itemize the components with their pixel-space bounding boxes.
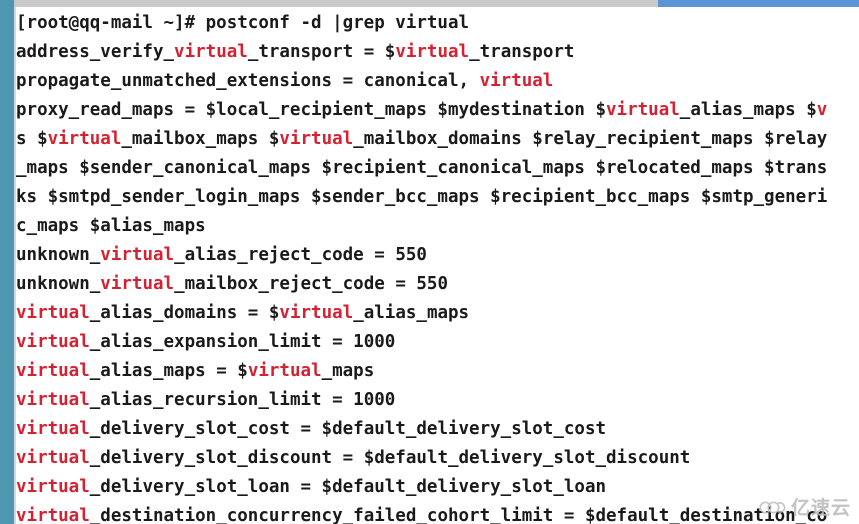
terminal-line: virtual_alias_expansion_limit = 1000 bbox=[16, 328, 859, 357]
grep-match: virtual bbox=[174, 42, 248, 62]
terminal-line: virtual_alias_recursion_limit = 1000 bbox=[16, 386, 859, 415]
grep-match: virtual bbox=[100, 245, 175, 265]
terminal-line: unknown_virtual_mailbox_reject_code = 55… bbox=[16, 270, 859, 299]
grep-match: virtual bbox=[16, 419, 90, 439]
terminal-line: proxy_read_maps = $local_recipient_maps … bbox=[16, 96, 859, 125]
grep-match: virtual bbox=[479, 71, 554, 91]
terminal-text: _alias_recursion_limit = 1000 bbox=[89, 390, 396, 410]
grep-match: virtual bbox=[16, 448, 90, 468]
window-left-rail bbox=[0, 0, 14, 524]
terminal-text: unknown_ bbox=[16, 245, 101, 265]
grep-match: virtual bbox=[16, 361, 90, 381]
terminal-line: address_verify_virtual_transport = $virt… bbox=[16, 38, 859, 67]
terminal-text: _delivery_slot_discount = $default_deliv… bbox=[89, 448, 691, 468]
terminal-line: virtual_delivery_slot_cost = $default_de… bbox=[16, 415, 859, 444]
terminal-text: _alias_domains = $ bbox=[89, 303, 280, 323]
grep-match: virtual bbox=[279, 303, 354, 323]
grep-match: v bbox=[816, 100, 828, 120]
terminal-line: c_maps $alias_maps bbox=[16, 212, 859, 241]
terminal-text: _transport bbox=[469, 42, 575, 62]
terminal-line: unknown_virtual_alias_reject_code = 550 bbox=[16, 241, 859, 270]
grep-match: virtual bbox=[16, 477, 90, 497]
horizontal-scrollbar-track[interactable] bbox=[14, 0, 859, 7]
terminal-text: _alias_reject_code = 550 bbox=[174, 245, 427, 265]
terminal-text: _mailbox_reject_code = 550 bbox=[174, 274, 448, 294]
terminal-line: virtual_delivery_slot_discount = $defaul… bbox=[16, 444, 859, 473]
terminal-text: _maps $sender_canonical_maps $recipient_… bbox=[16, 158, 828, 178]
terminal-line: virtual_alias_maps = $virtual_maps bbox=[16, 357, 859, 386]
terminal-text: c_maps $alias_maps bbox=[16, 216, 206, 236]
terminal-text: _mailbox_maps $ bbox=[121, 129, 280, 149]
terminal-text: propagate_unmatched_extensions = canonic… bbox=[16, 71, 480, 91]
terminal-window: [root@qq-mail ~]# postconf -d |grep virt… bbox=[0, 0, 859, 524]
terminal-text: _alias_maps bbox=[353, 303, 470, 323]
terminal-line: propagate_unmatched_extensions = canonic… bbox=[16, 67, 859, 96]
terminal-text: _alias_maps $ bbox=[679, 100, 817, 120]
grep-match: virtual bbox=[16, 303, 90, 323]
terminal-text: ks $smtpd_sender_login_maps $sender_bcc_… bbox=[16, 187, 828, 207]
grep-match: virtual bbox=[47, 129, 122, 149]
terminal-text: _destination_concurrency_failed_cohort_l… bbox=[89, 506, 828, 524]
grep-match: virtual bbox=[395, 42, 470, 62]
terminal-text: _alias_maps = $ bbox=[89, 361, 248, 381]
grep-match: virtual bbox=[100, 274, 175, 294]
terminal-text: [root@qq-mail ~]# postconf -d |grep virt… bbox=[16, 13, 470, 33]
terminal-text: _mailbox_domains $relay_recipient_maps $… bbox=[353, 129, 828, 149]
terminal-line: s $virtual_mailbox_maps $virtual_mailbox… bbox=[16, 125, 859, 154]
grep-match: virtual bbox=[16, 390, 90, 410]
grep-match: virtual bbox=[16, 332, 90, 352]
terminal-text: _transport = $ bbox=[247, 42, 396, 62]
terminal-line: virtual_delivery_slot_loan = $default_de… bbox=[16, 473, 859, 502]
terminal-line: _maps $sender_canonical_maps $recipient_… bbox=[16, 154, 859, 183]
grep-match: virtual bbox=[16, 506, 90, 524]
terminal-text: s $ bbox=[16, 129, 48, 149]
terminal-line: ks $smtpd_sender_login_maps $sender_bcc_… bbox=[16, 183, 859, 212]
terminal-text: _delivery_slot_loan = $default_delivery_… bbox=[89, 477, 607, 497]
terminal-text: _delivery_slot_cost = $default_delivery_… bbox=[89, 419, 607, 439]
grep-match: virtual bbox=[279, 129, 354, 149]
terminal-line: virtual_alias_domains = $virtual_alias_m… bbox=[16, 299, 859, 328]
terminal-text: address_verify_ bbox=[16, 42, 175, 62]
terminal-text: unknown_ bbox=[16, 274, 101, 294]
terminal-line: [root@qq-mail ~]# postconf -d |grep virt… bbox=[16, 9, 859, 38]
terminal-text: _maps bbox=[321, 361, 375, 381]
terminal-output[interactable]: [root@qq-mail ~]# postconf -d |grep virt… bbox=[16, 7, 859, 524]
grep-match: virtual bbox=[247, 361, 322, 381]
terminal-text: _alias_expansion_limit = 1000 bbox=[89, 332, 396, 352]
grep-match: virtual bbox=[606, 100, 680, 120]
horizontal-scrollbar-thumb[interactable] bbox=[658, 0, 859, 7]
terminal-text: proxy_read_maps = $local_recipient_maps … bbox=[16, 100, 607, 120]
terminal-line: virtual_destination_concurrency_failed_c… bbox=[16, 502, 859, 524]
